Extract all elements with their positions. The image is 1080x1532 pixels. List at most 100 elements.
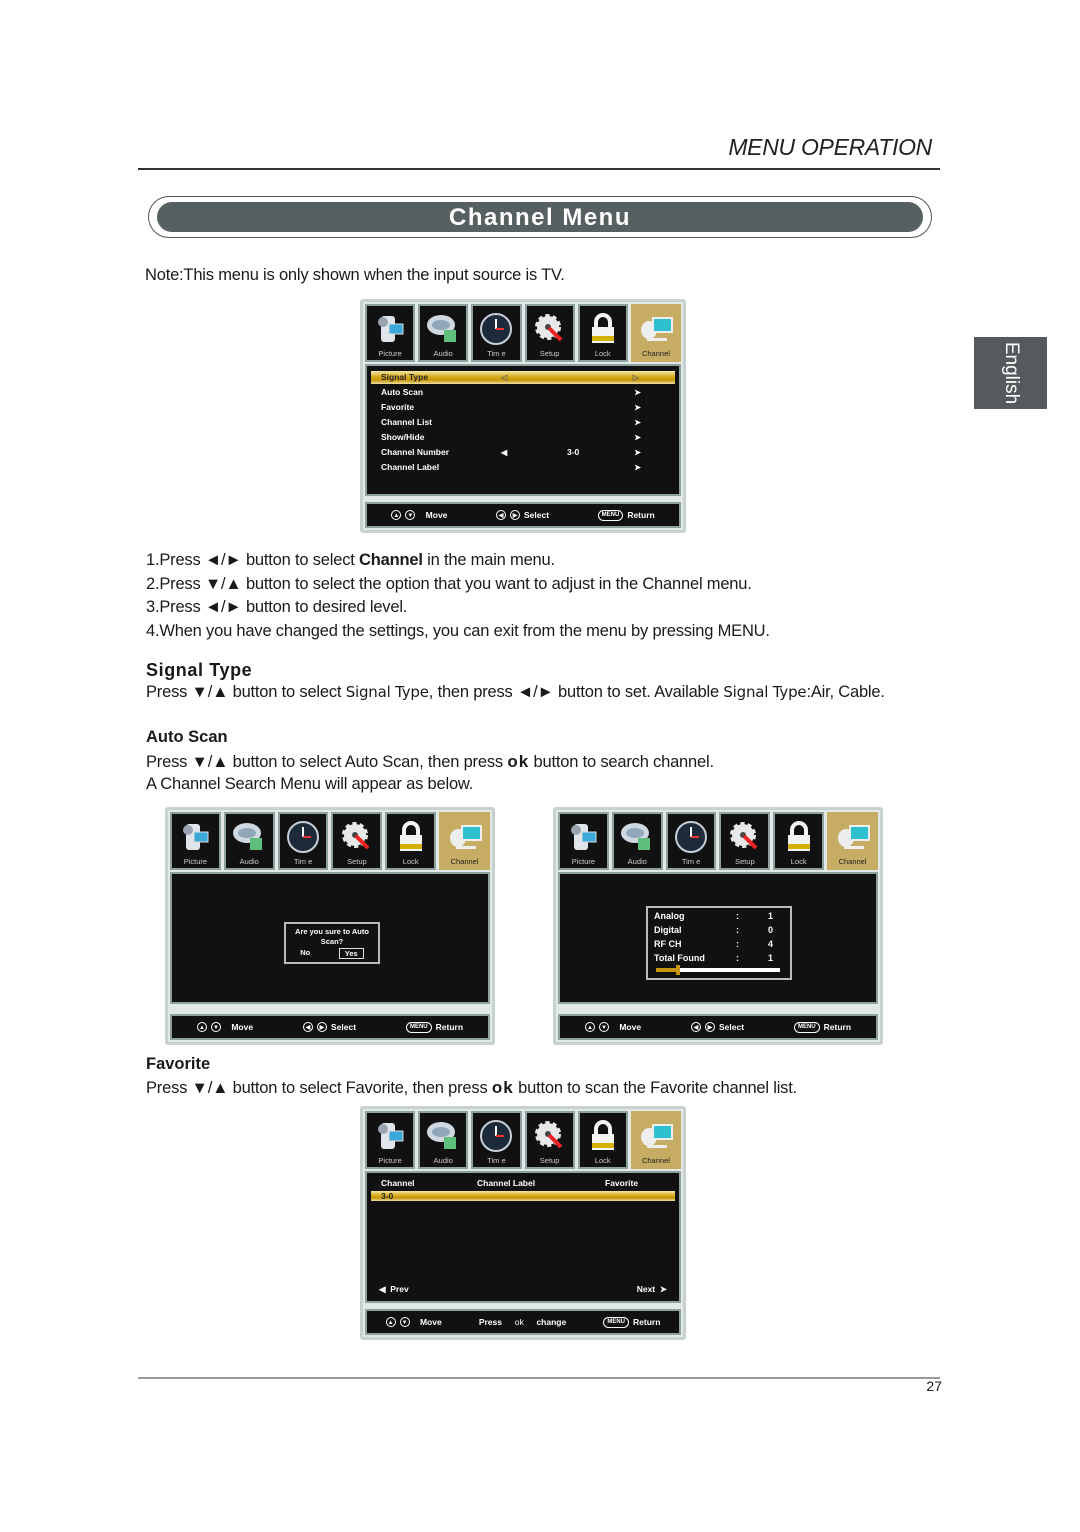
- header-divider: [138, 168, 940, 170]
- tab-label: Lock: [594, 1156, 611, 1165]
- down-arrow-icon: ▼: [598, 1022, 609, 1032]
- table-row[interactable]: 3-0: [371, 1191, 675, 1201]
- menu-item[interactable]: Signal Type ◁ ▷: [371, 371, 675, 384]
- menu-footer-hints: ▲ ▼ Move ◀ ▶ Select MENU Return: [365, 502, 681, 528]
- tab-audio[interactable]: Audio: [223, 812, 275, 870]
- step-1-text-end: in the main menu.: [422, 551, 555, 569]
- confirm-question: Are you sure to Auto Scan?: [295, 927, 369, 946]
- tab-lock[interactable]: Lock: [385, 812, 437, 870]
- gear-icon: [728, 820, 762, 854]
- tab-setup[interactable]: Setup: [331, 812, 383, 870]
- tab-audio[interactable]: Audio: [611, 812, 663, 870]
- tab-lock[interactable]: Lock: [577, 304, 628, 362]
- press-label: Press: [478, 1317, 502, 1327]
- channel-menu-screen: Picture Audio Tim e Setup Lock Channel S…: [360, 299, 686, 533]
- favorite-text: Press ▼/▲ button to select Favorite, the…: [146, 1078, 797, 1098]
- menu-key-icon: MENU: [793, 1021, 820, 1033]
- return-label: Return: [435, 1022, 464, 1032]
- tab-picture[interactable]: Picture: [365, 304, 416, 362]
- tab-audio[interactable]: Audio: [418, 304, 469, 362]
- select-hint: ◀ ▶ Select: [690, 1022, 745, 1032]
- menu-item-label: Channel Label: [381, 462, 440, 472]
- tab-setup[interactable]: Setup: [719, 812, 771, 870]
- right-arrow-icon: ➤: [634, 448, 641, 457]
- tab-time[interactable]: Tim e: [277, 812, 329, 870]
- tab-audio[interactable]: Audio: [418, 1111, 469, 1169]
- no-button[interactable]: No: [300, 948, 310, 959]
- clock-icon: [286, 820, 320, 854]
- tab-picture[interactable]: Picture: [365, 1111, 416, 1169]
- tab-label: Tim e: [681, 857, 701, 866]
- tab-channel[interactable]: Channel: [439, 812, 490, 870]
- next-button[interactable]: Next ➤: [627, 1283, 667, 1296]
- left-arrow-icon: ◀: [496, 510, 506, 520]
- move-label: Move: [425, 510, 448, 520]
- tab-label: Tim e: [293, 857, 313, 866]
- tab-label: Picture: [378, 1156, 402, 1165]
- column-header: Channel: [381, 1178, 415, 1188]
- move-label: Move: [619, 1022, 642, 1032]
- scan-result-row: Analog: 1: [654, 911, 784, 925]
- clock-icon: [674, 820, 708, 854]
- gear-icon: [533, 312, 567, 346]
- tab-channel[interactable]: Channel: [827, 812, 878, 870]
- scan-result-sep: :: [736, 911, 739, 921]
- prev-label: Prev: [390, 1284, 409, 1294]
- return-label: Return: [627, 510, 655, 520]
- tab-picture[interactable]: Picture: [558, 812, 609, 870]
- camera-icon: [373, 312, 407, 346]
- scan-progress-fill: [656, 968, 679, 972]
- tab-lock[interactable]: Lock: [577, 1111, 628, 1169]
- right-arrow-icon: ▷: [632, 373, 639, 382]
- tab-label: Tim e: [487, 1156, 506, 1165]
- menu-footer-hints: ▲ ▼ Move Press ok change MENU Return: [365, 1309, 681, 1335]
- auto-scan-text-2: button to search channel.: [529, 753, 715, 771]
- favorite-text-1: Press ▼/▲ button to select Favorite, the…: [146, 1079, 492, 1097]
- tab-setup[interactable]: Setup: [524, 304, 575, 362]
- menu-item[interactable]: Favorite ➤: [381, 401, 671, 414]
- down-arrow-icon: ▼: [399, 1317, 410, 1327]
- table-header: Channel Channel Label Favorite: [381, 1177, 671, 1190]
- signal-type-text-3: :Air, Cable.: [806, 683, 885, 701]
- lock-icon: [782, 820, 816, 854]
- column-header: Favorite: [605, 1178, 639, 1188]
- tab-time[interactable]: Tim e: [471, 1111, 522, 1169]
- tab-picture[interactable]: Picture: [170, 812, 221, 870]
- move-hint: ▲ ▼ Move: [385, 1317, 442, 1327]
- tab-label: Audio: [627, 857, 647, 866]
- tab-label: Audio: [239, 857, 259, 866]
- lock-icon: [586, 1119, 620, 1153]
- menu-item-label: Favorite: [381, 402, 415, 412]
- select-label: Select: [524, 510, 550, 520]
- menu-item[interactable]: Channel Number ◀ 3-0 ➤: [381, 446, 671, 459]
- yes-button[interactable]: Yes: [338, 948, 364, 959]
- tab-setup[interactable]: Setup: [524, 1111, 575, 1169]
- move-hint: ▲ ▼ Move: [196, 1022, 253, 1032]
- language-tab: English: [974, 337, 1047, 409]
- auto-scan-text: Press ▼/▲ button to select Auto Scan, th…: [146, 752, 714, 772]
- channel-cell: 3-0: [381, 1191, 394, 1201]
- up-arrow-icon: ▲: [391, 510, 402, 520]
- menu-item[interactable]: Channel List ➤: [381, 416, 671, 429]
- signal-type-term: Signal Type: [345, 683, 429, 701]
- tv-monitor-icon: [639, 312, 673, 346]
- tab-time[interactable]: Tim e: [665, 812, 717, 870]
- signal-type-term-2: Signal Type: [723, 683, 807, 701]
- scan-result-sep: :: [736, 953, 739, 963]
- scan-results-box: Analog: 1 Digital: 0 RF CH: 4 Total Found: 1: [646, 906, 792, 980]
- right-arrow-icon: ➤: [634, 433, 641, 442]
- scan-result-value: 0: [768, 925, 774, 935]
- tab-lock[interactable]: Lock: [773, 812, 825, 870]
- tab-label: Setup: [735, 857, 755, 866]
- tab-channel[interactable]: Channel: [630, 304, 682, 362]
- tab-label: Audio: [433, 349, 453, 358]
- menu-item[interactable]: Show/Hide ➤: [381, 431, 671, 444]
- menu-item[interactable]: Channel Label ➤: [381, 461, 671, 474]
- tab-channel[interactable]: Channel: [630, 1111, 682, 1169]
- change-hint: Press ok change: [479, 1317, 566, 1327]
- tab-time[interactable]: Tim e: [471, 304, 522, 362]
- select-label: Select: [718, 1022, 745, 1032]
- menu-item[interactable]: Auto Scan ➤: [381, 386, 671, 399]
- confirm-dialog: Are you sure to Auto Scan? No Yes: [284, 922, 380, 964]
- auto-scan-confirm-screen: Picture Audio Tim e Setup Lock Channel A…: [165, 807, 495, 1045]
